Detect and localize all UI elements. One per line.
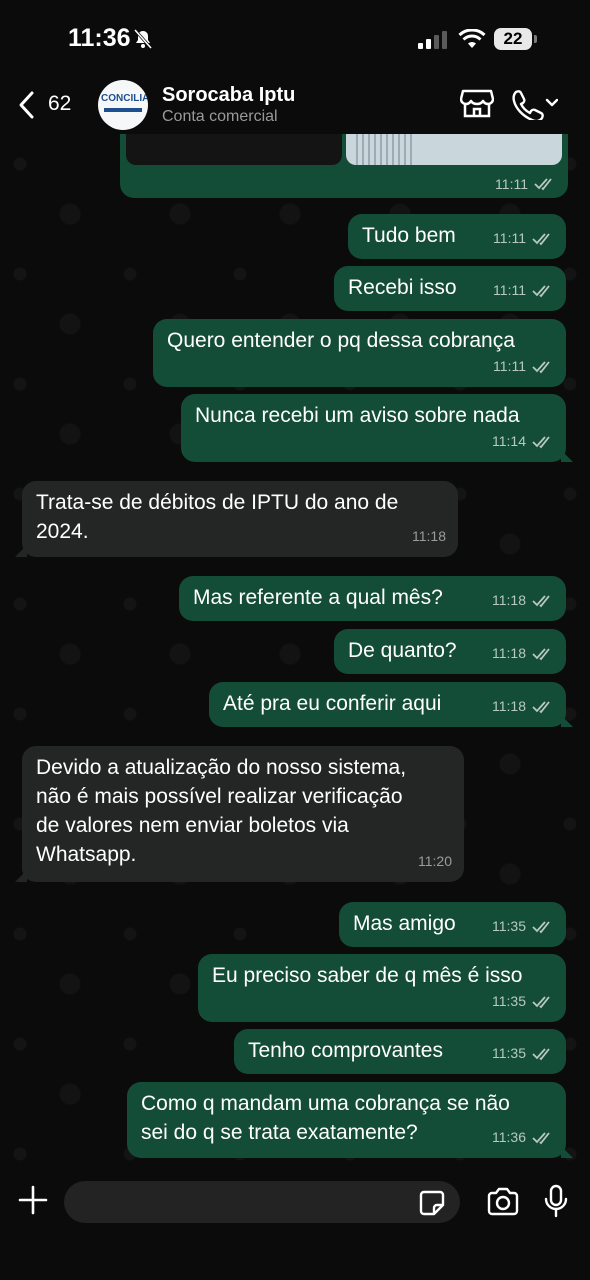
message-bubble[interactable]: Tudo bem 11:11 — [348, 214, 566, 259]
message-time: 11:36 — [492, 1129, 526, 1145]
battery-tip — [534, 35, 537, 43]
avatar[interactable]: CONCILIA — [98, 80, 148, 130]
message-text: Nunca recebi um aviso sobre nada — [195, 404, 520, 427]
double-check-icon — [532, 700, 550, 713]
message-text: Tudo bem — [362, 224, 456, 247]
message-text: Mas amigo — [353, 912, 456, 935]
plus-icon[interactable] — [18, 1185, 48, 1215]
message-bubble[interactable]: Tenho comprovantes 11:35 — [234, 1029, 566, 1074]
message-text: Como q mandam uma cobrança se não sei do… — [141, 1092, 510, 1144]
message-bubble[interactable]: Quero entender o pq dessa cobrança 11:11 — [153, 319, 566, 387]
message-meta: 11:18 — [492, 692, 554, 721]
message-time: 11:14 — [492, 433, 526, 449]
message-meta: 11:11 — [493, 352, 554, 381]
double-check-icon — [532, 920, 550, 933]
wifi-icon — [458, 29, 486, 48]
message-meta: 11:11 — [493, 276, 554, 305]
contact-subtitle[interactable]: Conta comercial — [162, 108, 278, 126]
phone-icon[interactable] — [510, 88, 558, 120]
message-time: 11:18 — [492, 698, 526, 714]
message-text: Tenho comprovantes — [248, 1039, 443, 1062]
message-meta: 11:20 — [418, 847, 452, 876]
message-time: 11:35 — [492, 918, 526, 934]
message-meta: 11:35 — [492, 987, 554, 1016]
double-check-icon — [534, 178, 552, 191]
message-time: 11:11 — [493, 358, 526, 374]
media-thumbnail-1[interactable] — [126, 134, 342, 165]
double-check-icon — [532, 232, 550, 245]
signal-icon — [418, 31, 447, 49]
message-bubble[interactable]: Eu preciso saber de q mês é isso 11:35 — [198, 954, 566, 1022]
avatar-logo-text: CONCILIA — [101, 93, 148, 104]
message-time: 11:18 — [412, 528, 446, 544]
bubble-tail — [15, 870, 27, 882]
double-check-icon — [532, 1047, 550, 1060]
message-text: Trata-se de débitos de IPTU do ano de 20… — [36, 491, 399, 543]
back-chevron-icon[interactable] — [16, 90, 38, 120]
media-thumbnail-2[interactable] — [346, 134, 562, 165]
double-check-icon — [532, 647, 550, 660]
message-input[interactable] — [64, 1181, 460, 1223]
message-bubble[interactable]: De quanto? 11:18 — [334, 629, 566, 674]
double-check-icon — [532, 594, 550, 607]
message-meta: 11:18 — [492, 586, 554, 615]
message-bubble[interactable]: Como q mandam uma cobrança se não sei do… — [127, 1082, 573, 1158]
bubble-tail — [15, 545, 27, 557]
message-meta: 11:18 — [492, 639, 554, 668]
camera-icon[interactable] — [486, 1187, 520, 1217]
message-meta: 11:11 — [495, 176, 556, 192]
message-time: 11:18 — [492, 592, 526, 608]
double-check-icon — [532, 360, 550, 373]
message-time: 11:20 — [418, 853, 452, 869]
status-time: 11:36 — [68, 24, 131, 52]
message-text: Até pra eu conferir aqui — [223, 692, 442, 715]
contact-name[interactable]: Sorocaba Iptu — [162, 84, 295, 107]
message-text: Mas referente a qual mês? — [193, 586, 443, 609]
double-check-icon — [532, 1131, 550, 1144]
message-meta: 11:18 — [412, 522, 446, 551]
message-bubble[interactable]: Devido a atualização do nosso sistema, n… — [15, 746, 464, 882]
message-bubble[interactable]: Até pra eu conferir aqui 11:18 — [209, 682, 573, 727]
message-bubble[interactable]: Mas amigo 11:35 — [339, 902, 566, 947]
microphone-icon[interactable] — [544, 1184, 568, 1218]
message-text: Recebi isso — [348, 276, 457, 299]
media-message[interactable]: 11:11 — [120, 134, 568, 198]
message-bubble[interactable]: Nunca recebi um aviso sobre nada 11:14 — [181, 394, 573, 462]
message-time: 11:35 — [492, 993, 526, 1009]
message-text: Eu preciso saber de q mês é isso — [212, 964, 523, 987]
message-text: Quero entender o pq dessa cobrança — [167, 329, 515, 352]
message-time: 11:11 — [493, 282, 526, 298]
message-text: Devido a atualização do nosso sistema, n… — [36, 756, 407, 866]
double-check-icon — [532, 435, 550, 448]
chat-header: 62 CONCILIA Sorocaba Iptu Conta comercia… — [0, 78, 590, 134]
message-bubble[interactable]: Mas referente a qual mês? 11:18 — [179, 576, 566, 621]
composer-bar — [0, 1168, 590, 1280]
bubble-tail — [561, 1146, 573, 1158]
avatar-logo-bar — [104, 108, 142, 112]
message-meta: 11:36 — [492, 1123, 554, 1152]
sticker-icon[interactable] — [418, 1189, 446, 1217]
store-icon[interactable] — [460, 87, 494, 119]
message-meta: 11:35 — [492, 912, 554, 941]
double-check-icon — [532, 995, 550, 1008]
message-meta: 11:35 — [492, 1039, 554, 1068]
status-bar: 11:36 22 — [0, 0, 590, 78]
chat-area[interactable]: 11:11 Tudo bem 11:11 Recebi isso 11:11 Q… — [0, 134, 590, 1168]
bubble-tail — [561, 450, 573, 462]
message-time: 11:35 — [492, 1045, 526, 1061]
message-meta: 11:14 — [492, 427, 554, 456]
message-text: De quanto? — [348, 639, 457, 662]
message-time: 11:11 — [493, 230, 526, 246]
message-time: 11:18 — [492, 645, 526, 661]
bell-slash-icon — [133, 29, 153, 49]
message-meta: 11:11 — [493, 224, 554, 253]
message-bubble[interactable]: Trata-se de débitos de IPTU do ano de 20… — [15, 481, 458, 557]
message-bubble[interactable]: Recebi isso 11:11 — [334, 266, 566, 311]
chevron-down-icon — [545, 98, 558, 107]
double-check-icon — [532, 284, 550, 297]
back-unread-count[interactable]: 62 — [48, 92, 71, 116]
battery-icon: 22 — [494, 28, 532, 50]
message-time: 11:11 — [495, 176, 528, 192]
bubble-tail — [561, 715, 573, 727]
